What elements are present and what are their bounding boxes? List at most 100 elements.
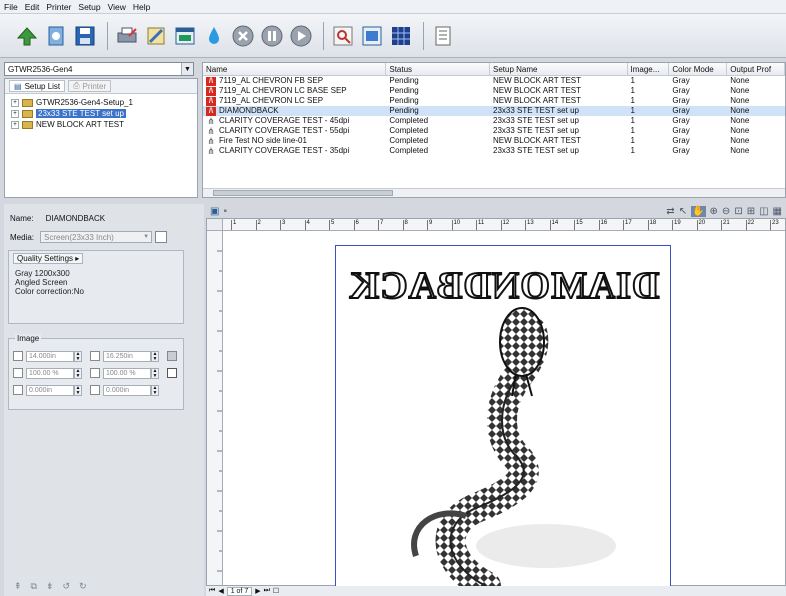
lock-icon[interactable] bbox=[167, 351, 177, 361]
fit-page-icon[interactable]: ⊡ bbox=[734, 206, 742, 217]
column-header[interactable]: Status bbox=[386, 63, 490, 75]
column-header[interactable]: Output Prof bbox=[727, 63, 785, 75]
tab-setup-list[interactable]: ▤ Setup List bbox=[9, 80, 66, 92]
grid-icon[interactable] bbox=[388, 23, 414, 49]
media-settings-button[interactable] bbox=[155, 231, 168, 243]
media-select[interactable]: Screen(23x33 Inch) ▼ bbox=[40, 231, 153, 243]
chevron-down-icon[interactable]: ▼ bbox=[181, 63, 193, 75]
printer-select[interactable]: GTWR2536-Gen4 ▼ bbox=[4, 62, 194, 76]
height-input[interactable]: 16.250in bbox=[103, 350, 151, 362]
pan-icon[interactable]: ✋ bbox=[691, 205, 706, 217]
next-page-icon[interactable]: ▶ bbox=[255, 587, 260, 595]
select-arrow-icon[interactable]: ↖ bbox=[679, 206, 687, 217]
preview-canvas[interactable]: 1 2 3 4 5 6 7 8 9 10 11 12 13 14 15 16 17 18 19 20 21 22 23 DI… bbox=[206, 218, 786, 587]
job-row[interactable]: ⋔ CLARITY COVERAGE TEST - 45dpi Completed 2… bbox=[203, 116, 785, 126]
menu-printer[interactable]: Printer bbox=[46, 2, 71, 12]
setup-icon[interactable] bbox=[143, 23, 169, 49]
scale-x-input[interactable]: 100.00 % bbox=[26, 367, 74, 379]
align-center-icon[interactable]: ⧉ bbox=[31, 581, 37, 592]
ruler-mark: 9 bbox=[427, 220, 432, 230]
menu-setup[interactable]: Setup bbox=[78, 2, 100, 12]
scale-y-stepper[interactable]: ▲ ▼ bbox=[151, 367, 159, 379]
job-row[interactable]: /\ DIAMONDBACK Pending 23x33 STE TEST set u… bbox=[203, 106, 785, 116]
save-icon[interactable] bbox=[72, 23, 98, 49]
job-cell-status: Completed bbox=[389, 116, 429, 125]
fit-icon[interactable] bbox=[167, 368, 177, 378]
column-header[interactable]: Setup Name bbox=[490, 63, 628, 75]
job-cell-setup: 23x33 STE TEST set up bbox=[493, 106, 579, 115]
image-icon[interactable]: ▣ bbox=[210, 206, 219, 217]
zoom-in-icon[interactable]: ⊕ bbox=[710, 206, 718, 217]
expand-icon[interactable]: + bbox=[11, 98, 19, 107]
job-cell-setup: 23x33 STE TEST set up bbox=[493, 146, 579, 155]
preview-icon[interactable] bbox=[359, 23, 385, 49]
scale-x-stepper[interactable]: ▲ ▼ bbox=[74, 367, 82, 379]
tree-item[interactable]: + GTWR2536-Gen4-Setup_1 bbox=[5, 97, 197, 108]
column-header[interactable]: Name bbox=[203, 63, 387, 75]
expand-icon[interactable]: + bbox=[11, 109, 19, 118]
job-row[interactable]: ⋔ CLARITY COVERAGE TEST - 35dpi Completed 2… bbox=[203, 146, 785, 156]
horizontal-scrollbar[interactable] bbox=[203, 188, 785, 197]
job-row[interactable]: /\ 7119_AL CHEVRON LC SEP Pending NEW BLOCK… bbox=[203, 96, 785, 106]
queue-icon[interactable] bbox=[430, 23, 456, 49]
zoom-icon[interactable] bbox=[330, 23, 356, 49]
job-cell-color: Gray bbox=[672, 96, 690, 105]
printer-icon: ⎙ bbox=[73, 81, 80, 90]
rotate-left-icon[interactable]: ↺ bbox=[63, 581, 71, 592]
delete-icon[interactable]: ▪ bbox=[223, 206, 227, 217]
quality-line: Gray 1200x300 bbox=[15, 269, 70, 278]
scrollbar-thumb[interactable] bbox=[213, 190, 393, 196]
job-row[interactable]: /\ 7119_AL CHEVRON LC BASE SEP Pending NEW … bbox=[203, 86, 785, 96]
job-settings-icon[interactable] bbox=[43, 23, 69, 49]
tree-item-label: 23x33 STE TEST set up bbox=[36, 109, 126, 118]
align-top-icon[interactable]: ⇞ bbox=[14, 581, 22, 592]
last-page-icon[interactable]: ⏭ bbox=[264, 587, 270, 595]
zoom-out-icon[interactable]: ⊖ bbox=[722, 206, 730, 217]
job-row[interactable]: ⋔ Fire Test NO side line-01 Completed NEW B… bbox=[203, 136, 785, 146]
pending-job-icon: /\ bbox=[206, 86, 216, 96]
add-job-icon[interactable] bbox=[14, 23, 40, 49]
menu-edit[interactable]: Edit bbox=[25, 2, 40, 12]
layout-icon[interactable] bbox=[172, 23, 198, 49]
position-y-input[interactable]: 0.000in bbox=[103, 384, 151, 396]
view-single-icon[interactable]: ◫ bbox=[759, 206, 768, 217]
move-icon[interactable]: ⇄ bbox=[666, 206, 674, 217]
expand-icon[interactable]: + bbox=[11, 120, 19, 129]
rotate-right-icon[interactable]: ↻ bbox=[79, 581, 87, 592]
job-cell-name: ⋔ CLARITY COVERAGE TEST - 45dpi bbox=[203, 116, 386, 126]
prev-page-icon[interactable]: ◀ bbox=[218, 587, 223, 595]
job-row[interactable]: /\ 7119_AL CHEVRON FB SEP Pending NEW BLOCK… bbox=[203, 76, 785, 86]
width-input[interactable]: 14.000in bbox=[26, 350, 74, 362]
job-cell-image: 1 bbox=[630, 86, 635, 95]
width-stepper[interactable]: ▲ ▼ bbox=[74, 350, 82, 362]
job-cell-output: None bbox=[730, 116, 750, 125]
ink-icon[interactable] bbox=[201, 23, 227, 49]
tab-printer[interactable]: ⎙ Printer bbox=[68, 80, 112, 92]
menu-view[interactable]: View bbox=[108, 2, 126, 12]
tree-item[interactable]: + NEW BLOCK ART TEST bbox=[5, 119, 197, 130]
view-grid-icon[interactable]: ▦ bbox=[773, 206, 782, 217]
play-icon[interactable] bbox=[288, 23, 314, 49]
tree-item[interactable]: +23x33 STE TEST set up bbox=[5, 108, 197, 119]
first-page-icon[interactable]: ⏮ bbox=[209, 587, 215, 595]
stop-icon[interactable] bbox=[230, 23, 256, 49]
menu-help[interactable]: Help bbox=[133, 2, 150, 12]
column-header[interactable]: Color Mode bbox=[669, 63, 728, 75]
align-bottom-icon[interactable]: ⇟ bbox=[46, 581, 54, 592]
job-row[interactable]: ⋔ CLARITY COVERAGE TEST - 55dpi Completed 2… bbox=[203, 126, 785, 136]
position-y-stepper[interactable]: ▲ ▼ bbox=[151, 384, 159, 396]
column-header[interactable]: Image... bbox=[628, 63, 670, 75]
tree-item-label: GTWR2536-Gen4-Setup_1 bbox=[36, 98, 133, 107]
actual-size-icon[interactable]: ⊞ bbox=[747, 206, 755, 217]
scale-y-input[interactable]: 100.00 % bbox=[103, 367, 151, 379]
position-x-input[interactable]: 0.000in bbox=[26, 384, 74, 396]
ruler-mark: 12 bbox=[500, 220, 509, 230]
chevron-right-icon: ▸ bbox=[75, 254, 80, 263]
pause-icon[interactable] bbox=[259, 23, 285, 49]
position-x-stepper[interactable]: ▲ ▼ bbox=[74, 384, 82, 396]
menu-file[interactable]: File bbox=[4, 2, 18, 12]
height-stepper[interactable]: ▲ ▼ bbox=[151, 350, 159, 362]
printer-settings-icon[interactable] bbox=[114, 23, 140, 49]
page-view-icon[interactable]: ☐ bbox=[273, 587, 279, 595]
quality-settings-button[interactable]: Quality Settings ▸ bbox=[13, 253, 84, 264]
